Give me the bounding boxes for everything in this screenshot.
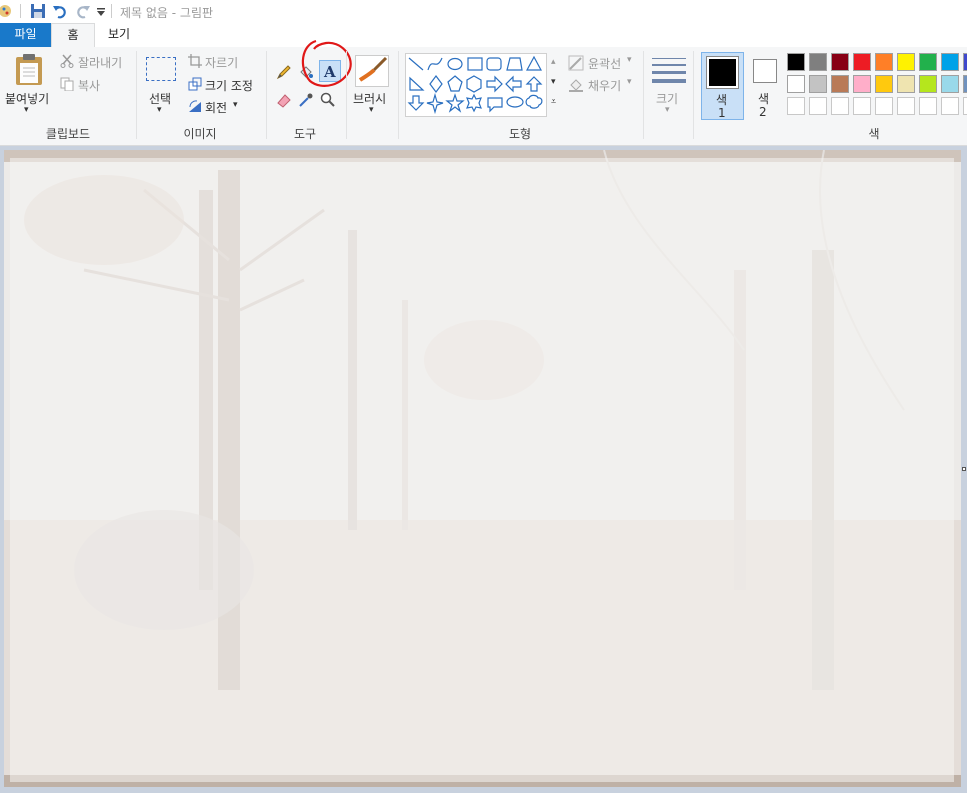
palette-color-swatch[interactable] bbox=[831, 97, 849, 115]
color2-swatch bbox=[753, 59, 777, 83]
window-title: 제목 없음 - 그림판 bbox=[120, 6, 214, 20]
rotate-icon bbox=[188, 99, 202, 116]
brushes-dropdown-arrow-icon[interactable]: ▾ bbox=[369, 105, 374, 115]
qat-separator bbox=[111, 4, 112, 18]
resize-button[interactable]: 크기 조정 bbox=[205, 77, 253, 94]
qat-separator bbox=[20, 4, 21, 18]
palette-color-swatch[interactable] bbox=[919, 75, 937, 93]
shapes-expand-icon[interactable]: ⩡ bbox=[551, 97, 556, 107]
colors-group-label: 색 bbox=[868, 127, 880, 141]
rotate-dropdown-arrow-icon[interactable]: ▾ bbox=[233, 100, 238, 110]
redo-icon[interactable] bbox=[75, 3, 91, 19]
outline-dropdown-arrow-icon[interactable]: ▾ bbox=[627, 55, 632, 65]
drawing-canvas[interactable] bbox=[4, 150, 961, 787]
group-separator bbox=[643, 51, 644, 139]
palette-color-swatch[interactable] bbox=[787, 97, 805, 115]
palette-color-swatch[interactable] bbox=[941, 75, 959, 93]
palette-color-swatch[interactable] bbox=[919, 53, 937, 71]
resize-icon bbox=[188, 77, 202, 94]
shapes-scroll-down-icon[interactable]: ▾ bbox=[551, 77, 556, 87]
group-separator bbox=[693, 51, 694, 139]
copy-button[interactable]: 복사 bbox=[78, 77, 100, 94]
palette-color-swatch[interactable] bbox=[853, 53, 871, 71]
shapes-gallery[interactable] bbox=[405, 53, 547, 117]
palette-color-swatch[interactable] bbox=[809, 53, 827, 71]
magnifier-icon[interactable] bbox=[320, 92, 336, 111]
size-lines-icon[interactable] bbox=[652, 57, 686, 88]
palette-color-swatch[interactable] bbox=[941, 53, 959, 71]
shapes-group-label: 도형 bbox=[508, 127, 532, 141]
outline-button[interactable]: 윤곽선 bbox=[588, 55, 621, 72]
tab-file[interactable]: 파일 bbox=[0, 23, 51, 47]
color2-button[interactable]: 색 2 bbox=[749, 52, 781, 120]
white-overlay-rectangle bbox=[10, 158, 954, 782]
copy-icon bbox=[60, 77, 74, 94]
palette-color-swatch[interactable] bbox=[963, 75, 967, 93]
crop-button[interactable]: 자르기 bbox=[205, 54, 238, 71]
image-group-label: 이미지 bbox=[183, 127, 217, 141]
undo-icon[interactable] bbox=[52, 3, 68, 19]
color-picker-icon[interactable] bbox=[298, 92, 314, 111]
brushes-icon[interactable] bbox=[355, 55, 389, 87]
fill-dropdown-arrow-icon[interactable]: ▾ bbox=[627, 77, 632, 87]
palette-color-swatch[interactable] bbox=[787, 53, 805, 71]
palette-color-swatch[interactable] bbox=[809, 97, 827, 115]
canvas-workspace bbox=[0, 146, 967, 793]
group-separator bbox=[136, 51, 137, 139]
palette-color-swatch[interactable] bbox=[897, 53, 915, 71]
palette-color-swatch[interactable] bbox=[853, 97, 871, 115]
fill-icon bbox=[568, 77, 584, 96]
pencil-icon[interactable] bbox=[276, 64, 292, 83]
paint-app-icon bbox=[0, 3, 16, 19]
red-annotation-circle bbox=[296, 37, 356, 94]
palette-color-swatch[interactable] bbox=[897, 97, 915, 115]
clipboard-group-label: 클립보드 bbox=[45, 127, 91, 141]
palette-color-swatch[interactable] bbox=[963, 53, 967, 71]
palette-color-swatch[interactable] bbox=[919, 97, 937, 115]
color1-number: 1 bbox=[718, 106, 726, 120]
palette-color-swatch[interactable] bbox=[831, 75, 849, 93]
palette-color-swatch[interactable] bbox=[897, 75, 915, 93]
customize-qat-icon[interactable] bbox=[96, 6, 112, 22]
fill-button[interactable]: 채우기 bbox=[588, 77, 621, 94]
paste-icon[interactable] bbox=[14, 53, 44, 90]
tab-home[interactable]: 홈 bbox=[51, 23, 95, 48]
rotate-button[interactable]: 회전 bbox=[205, 99, 227, 116]
color1-swatch bbox=[709, 59, 736, 86]
palette-color-swatch[interactable] bbox=[875, 75, 893, 93]
size-dropdown-arrow-icon[interactable]: ▾ bbox=[665, 105, 670, 115]
color1-button[interactable]: 색 1 bbox=[701, 52, 744, 120]
outline-icon bbox=[568, 55, 584, 74]
select-icon[interactable] bbox=[146, 57, 176, 81]
paste-dropdown-arrow-icon[interactable]: ▾ bbox=[24, 105, 29, 115]
color2-number: 2 bbox=[759, 105, 767, 119]
select-dropdown-arrow-icon[interactable]: ▾ bbox=[157, 105, 162, 115]
crop-icon bbox=[188, 54, 202, 71]
group-separator bbox=[266, 51, 267, 139]
title-bar: 제목 없음 - 그림판 bbox=[0, 0, 967, 23]
tools-group-label: 도구 bbox=[293, 127, 317, 141]
canvas-resize-handle-right[interactable] bbox=[962, 467, 966, 471]
palette-color-swatch[interactable] bbox=[853, 75, 871, 93]
palette-color-swatch[interactable] bbox=[875, 53, 893, 71]
save-icon[interactable] bbox=[30, 3, 46, 19]
ribbon: 붙여넣기 ▾ 잘라내기 복사 클립보드 선택 ▾ 자르기 크기 조정 회전 ▾ … bbox=[0, 39, 967, 146]
palette-color-swatch[interactable] bbox=[809, 75, 827, 93]
palette-color-swatch[interactable] bbox=[875, 97, 893, 115]
ribbon-tab-bar: 파일 홈 보기 bbox=[0, 23, 967, 48]
palette-color-swatch[interactable] bbox=[831, 53, 849, 71]
eraser-icon[interactable] bbox=[276, 92, 292, 111]
group-separator bbox=[398, 51, 399, 139]
palette-color-swatch[interactable] bbox=[787, 75, 805, 93]
shapes-scroll-up-icon[interactable]: ▴ bbox=[551, 57, 556, 67]
group-separator bbox=[346, 51, 347, 139]
palette-color-swatch[interactable] bbox=[963, 97, 967, 115]
cut-button[interactable]: 잘라내기 bbox=[78, 54, 122, 71]
palette-color-swatch[interactable] bbox=[941, 97, 959, 115]
tab-view[interactable]: 보기 bbox=[96, 23, 142, 47]
scissors-icon bbox=[60, 54, 74, 71]
